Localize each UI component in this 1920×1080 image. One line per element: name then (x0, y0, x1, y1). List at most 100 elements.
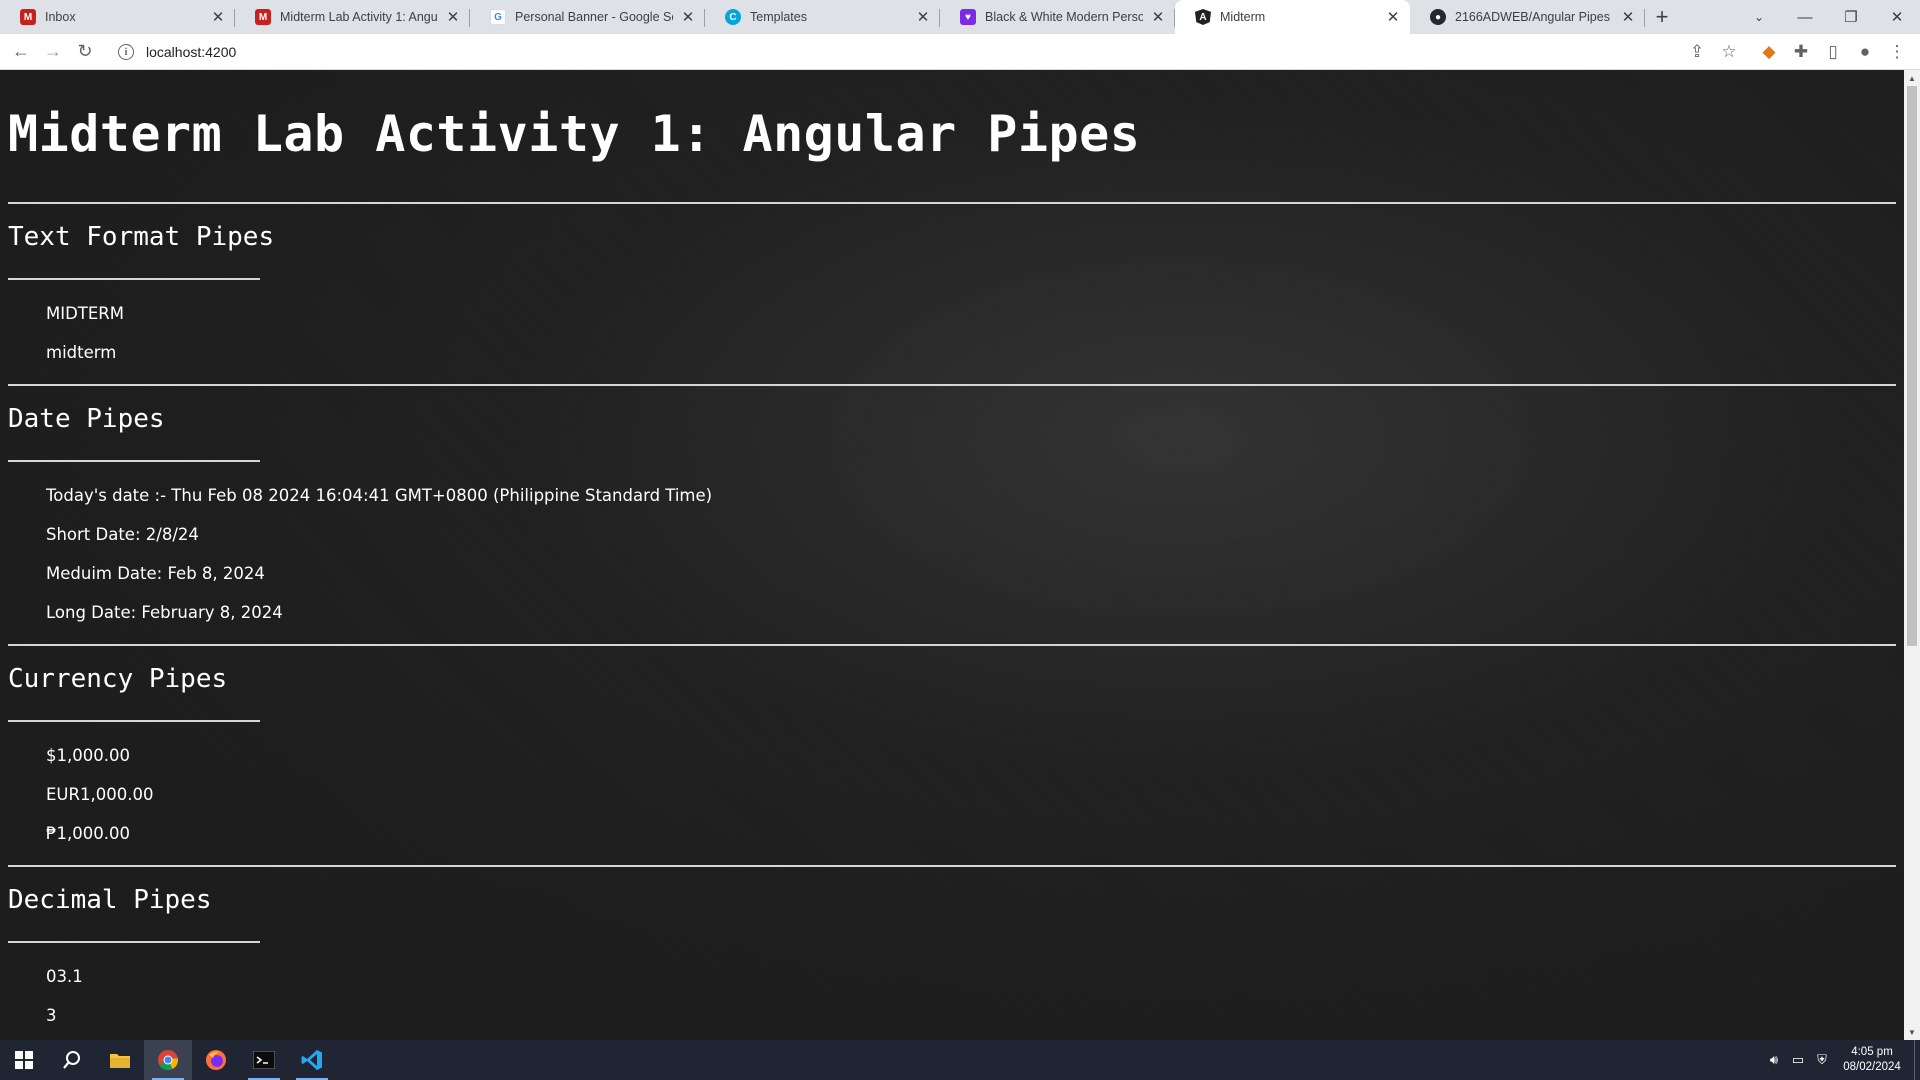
close-icon[interactable]: ✕ (1619, 8, 1637, 26)
back-button[interactable]: ← (5, 36, 37, 68)
clock-time: 4:05 pm (1851, 1046, 1893, 1058)
divider (8, 202, 1896, 204)
close-icon[interactable]: ✕ (1384, 8, 1402, 26)
list-item: ₱1,000.00 (46, 824, 130, 843)
divider (8, 865, 1896, 867)
firefox-icon (206, 1050, 226, 1070)
bookmark-star-icon[interactable]: ☆ (1713, 36, 1745, 68)
page-title: Midterm Lab Activity 1: Angular Pipes (8, 105, 1141, 163)
canva-icon: C (725, 9, 741, 25)
site-info-icon[interactable]: i (118, 44, 134, 60)
close-icon[interactable]: ✕ (914, 8, 932, 26)
firefox-taskbar-button[interactable] (192, 1040, 240, 1080)
address-bar[interactable]: i localhost:4200 (108, 38, 1700, 66)
scrollbar-thumb[interactable] (1907, 86, 1917, 646)
heading-underline (8, 720, 260, 722)
close-icon[interactable]: ✕ (209, 8, 227, 26)
vertical-scrollbar[interactable]: ▲ ▼ (1904, 70, 1920, 1040)
list-item: Today's date :- Thu Feb 08 2024 16:04:41… (46, 486, 713, 505)
close-icon[interactable]: ✕ (679, 8, 697, 26)
section-heading: Text Format Pipes (8, 222, 275, 252)
tab-midterm[interactable]: A Midterm ✕ (1175, 0, 1410, 34)
list-item: Short Date: 2/8/24 (46, 525, 199, 544)
date-section: Date Pipes Today's date :- Thu Feb 08 20… (8, 404, 1896, 644)
share-icon[interactable]: ⇪ (1681, 36, 1713, 68)
decimal-section: Decimal Pipes 03.1 3 (8, 885, 1896, 1040)
restore-icon[interactable]: ❐ (1828, 0, 1874, 34)
vscode-icon (301, 1050, 322, 1070)
tab-search-icon[interactable]: ⌄ (1736, 0, 1782, 34)
currency-section: Currency Pipes $1,000.00 EUR1,000.00 ₱1,… (8, 664, 1896, 865)
extensions-icon[interactable]: ✚ (1785, 36, 1817, 68)
windows-taskbar: 🔊︎ ▭ ⛨ 4:05 pm 08/02/2024 (0, 1040, 1920, 1080)
system-tray: 🔊︎ ▭ ⛨ 4:05 pm 08/02/2024 (1762, 1040, 1920, 1080)
page-viewport: Midterm Lab Activity 1: Angular Pipes Te… (0, 70, 1904, 1040)
angular-icon: A (1195, 9, 1211, 25)
tab-title: 2166ADWEB/Angular Pipes at m (1455, 10, 1613, 24)
tab-title: Templates (750, 10, 807, 24)
list-item: Meduim Date: Feb 8, 2024 (46, 564, 265, 583)
window-close-icon[interactable]: ✕ (1874, 0, 1920, 34)
tab-templates[interactable]: C Templates ✕ (705, 0, 940, 34)
chrome-icon (158, 1050, 179, 1070)
tab-title: Midterm (1220, 10, 1266, 24)
text-format-section: Text Format Pipes MIDTERM midterm (8, 222, 1896, 384)
tab-title: Black & White Modern Personal (985, 10, 1143, 24)
github-icon: ● (1430, 9, 1446, 25)
url-text[interactable]: localhost:4200 (146, 44, 236, 60)
gmail-icon: M (20, 9, 36, 25)
security-shield-icon[interactable]: ⛨ (1810, 1040, 1834, 1080)
close-icon[interactable]: ✕ (444, 8, 462, 26)
tab-title: Personal Banner - Google Search (515, 10, 673, 24)
tab-inbox[interactable]: M Inbox ✕ (0, 0, 235, 34)
scroll-up-icon[interactable]: ▲ (1904, 70, 1920, 86)
scroll-down-icon[interactable]: ▼ (1904, 1024, 1920, 1040)
list-item: EUR1,000.00 (46, 785, 154, 804)
windows-logo-icon (15, 1051, 33, 1069)
section-heading: Decimal Pipes (8, 885, 212, 915)
list-item: MIDTERM (46, 304, 125, 323)
list-item: 03.1 (46, 967, 83, 986)
show-desktop-button[interactable] (1914, 1040, 1920, 1080)
divider (8, 384, 1896, 386)
terminal-taskbar-button[interactable] (240, 1040, 288, 1080)
list-item: midterm (46, 343, 117, 362)
profile-avatar-icon[interactable]: ● (1849, 36, 1881, 68)
side-panel-icon[interactable]: ▯ (1817, 36, 1849, 68)
minimize-icon[interactable]: — (1782, 0, 1828, 34)
heading-underline (8, 460, 260, 462)
start-button[interactable] (0, 1040, 48, 1080)
chrome-taskbar-button[interactable] (144, 1040, 192, 1080)
section-heading: Date Pipes (8, 404, 165, 434)
system-clock[interactable]: 4:05 pm 08/02/2024 (1834, 1045, 1910, 1075)
tab-google-search[interactable]: G Personal Banner - Google Search ✕ (470, 0, 705, 34)
heading-underline (8, 941, 260, 943)
reload-button[interactable]: ↻ (69, 36, 101, 68)
section-heading: Currency Pipes (8, 664, 228, 694)
divider (8, 644, 1896, 646)
browser-toolbar: ← → ↻ i localhost:4200 ⇪ ☆ ◆ ✚ ▯ ● ⋮ (0, 34, 1920, 70)
google-icon: G (490, 9, 506, 25)
network-icon[interactable]: ▭ (1786, 1040, 1810, 1080)
search-button[interactable] (48, 1040, 96, 1080)
tab-title: Midterm Lab Activity 1: Angular (280, 10, 438, 24)
terminal-icon (253, 1051, 275, 1069)
volume-icon[interactable]: 🔊︎ (1762, 1040, 1786, 1080)
close-icon[interactable]: ✕ (1149, 8, 1167, 26)
list-item: Long Date: February 8, 2024 (46, 603, 283, 622)
folder-icon (110, 1054, 130, 1068)
tab-title: Inbox (45, 10, 76, 24)
list-item: $1,000.00 (46, 746, 130, 765)
metamask-icon[interactable]: ◆ (1753, 36, 1785, 68)
vscode-taskbar-button[interactable] (288, 1040, 336, 1080)
menu-icon[interactable]: ⋮ (1881, 36, 1913, 68)
forward-button[interactable]: → (37, 36, 69, 68)
canva-heart-icon: ♥ (960, 9, 976, 25)
file-explorer-button[interactable] (96, 1040, 144, 1080)
search-icon (63, 1051, 80, 1069)
new-tab-button[interactable]: + (1645, 0, 1679, 34)
tab-canva-design[interactable]: ♥ Black & White Modern Personal ✕ (940, 0, 1175, 34)
gmail-icon: M (255, 9, 271, 25)
tab-midterm-lab-activity[interactable]: M Midterm Lab Activity 1: Angular ✕ (235, 0, 470, 34)
tab-github[interactable]: ● 2166ADWEB/Angular Pipes at m ✕ (1410, 0, 1645, 34)
